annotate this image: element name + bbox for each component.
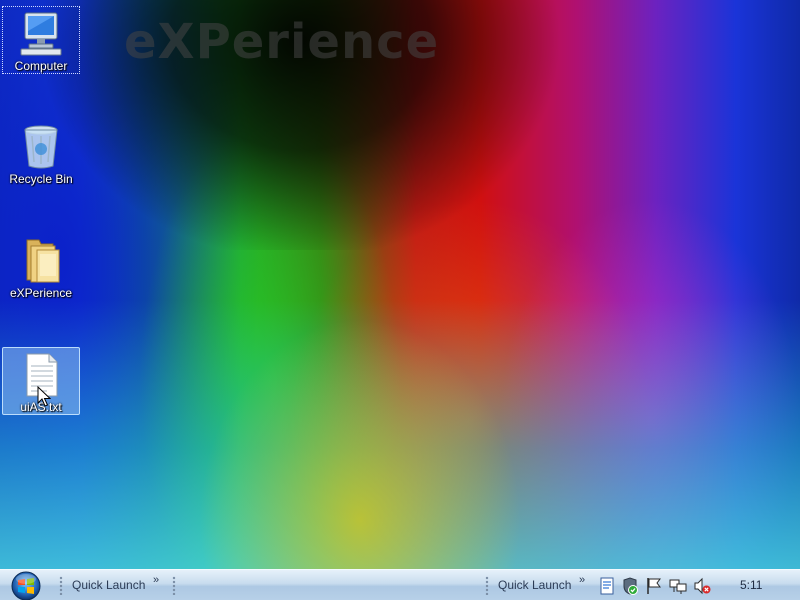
windows-orb-icon[interactable] bbox=[6, 571, 46, 600]
desktop-wallpaper[interactable]: eXPerience bbox=[0, 0, 800, 569]
wallpaper-watermark-text: eXPerience bbox=[124, 14, 440, 70]
taskbar-clock[interactable]: 5:11 bbox=[740, 578, 762, 592]
quick-launch-chevron-button[interactable]: » bbox=[579, 574, 585, 586]
desktop-icon-experience-folder[interactable]: eXPerience bbox=[2, 234, 80, 304]
desktop-icon-label: eXPerience bbox=[9, 286, 73, 300]
security-shield-icon[interactable] bbox=[621, 577, 639, 595]
action-center-flag-icon[interactable] bbox=[645, 577, 663, 595]
taskbar: Quick Launch » Quick Launch » 5:11 bbox=[0, 569, 800, 600]
desktop-icon-label: Computer bbox=[14, 59, 68, 73]
quick-launch-label: Quick Launch bbox=[498, 578, 572, 592]
quick-launch-label: Quick Launch bbox=[72, 578, 146, 592]
toolbar-grip[interactable] bbox=[172, 576, 176, 595]
computer-icon bbox=[20, 12, 62, 56]
mouse-cursor-icon bbox=[37, 386, 51, 407]
network-icon[interactable] bbox=[669, 577, 687, 595]
recycle-bin-icon bbox=[24, 125, 58, 169]
document-tray-icon[interactable] bbox=[598, 577, 616, 595]
toolbar-grip[interactable] bbox=[485, 576, 489, 595]
quick-launch-chevron-button[interactable]: » bbox=[153, 574, 159, 586]
desktop-icon-recycle-bin[interactable]: Recycle Bin bbox=[2, 120, 80, 190]
volume-muted-icon[interactable] bbox=[693, 577, 711, 595]
desktop-icon-label: Recycle Bin bbox=[9, 172, 73, 186]
toolbar-grip[interactable] bbox=[59, 576, 63, 595]
folder-icon bbox=[26, 239, 60, 283]
desktop-icon-computer[interactable]: Computer bbox=[2, 6, 80, 74]
